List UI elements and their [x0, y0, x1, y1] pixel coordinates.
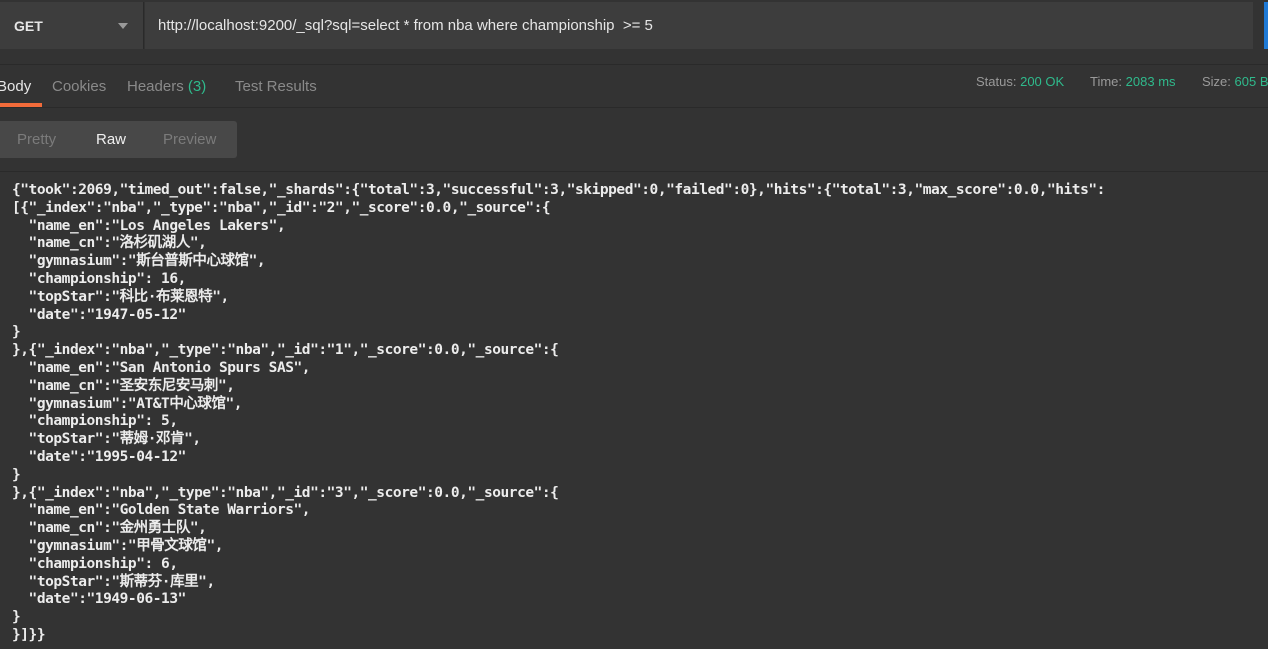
method-select[interactable]: GET: [0, 2, 144, 49]
url-input[interactable]: [145, 2, 1253, 49]
time-label: Time:: [1090, 74, 1123, 89]
send-button[interactable]: [1264, 2, 1268, 49]
status-value: 200 OK: [1020, 74, 1065, 89]
code-line: }]}}: [12, 626, 46, 643]
active-tab-indicator: [0, 103, 42, 107]
size-readout: Size: 605 B: [1202, 74, 1268, 89]
code-line: "name_en":"Los Angeles Lakers",: [12, 217, 286, 234]
tab-cookies[interactable]: Cookies: [52, 78, 106, 95]
code-line: }: [12, 609, 21, 626]
code-line: "topStar":"科比·布莱恩特",: [12, 288, 230, 305]
view-raw-button[interactable]: Raw: [96, 131, 126, 148]
chevron-down-icon: [118, 23, 128, 29]
code-line: "championship": 5,: [12, 413, 179, 430]
tab-headers-count: (3): [187, 78, 207, 95]
code-line: },{"_index":"nba","_type":"nba","_id":"3…: [12, 484, 559, 501]
code-line: "gymnasium":"AT&T中心球馆",: [12, 395, 243, 412]
code-line: "name_en":"Golden State Warriors",: [12, 502, 311, 519]
code-line: "date":"1947-05-12": [12, 306, 187, 323]
status-label: Status:: [976, 74, 1017, 89]
code-line: "gymnasium":"甲骨文球馆",: [12, 537, 224, 554]
view-preview-button[interactable]: Preview: [163, 131, 216, 148]
response-body[interactable]: {"took":2069,"timed_out":false,"_shards"…: [0, 172, 1268, 649]
code-line: }: [12, 324, 21, 341]
code-line: "name_cn":"洛杉矶湖人",: [12, 235, 207, 252]
code-line: [{"_index":"nba","_type":"nba","_id":"2"…: [12, 199, 551, 216]
tab-body[interactable]: Body: [0, 78, 31, 95]
code-line: "name_cn":"圣安东尼安马刺",: [12, 377, 235, 394]
view-mode-bar: Pretty Raw Preview: [0, 108, 1268, 172]
view-mode-toggle: Pretty Raw Preview: [0, 121, 237, 158]
code-line: {"took":2069,"timed_out":false,"_shards"…: [12, 182, 1105, 198]
code-line: "date":"1949-06-13": [12, 591, 187, 608]
time-value: 2083 ms: [1125, 74, 1176, 89]
view-pretty-button[interactable]: Pretty: [17, 131, 56, 148]
tab-headers[interactable]: Headers (3): [127, 78, 206, 95]
code-line: "topStar":"斯蒂芬·库里",: [12, 573, 216, 590]
status-readout: Status: 200 OK: [976, 74, 1064, 89]
tab-test-results[interactable]: Test Results: [235, 78, 317, 95]
size-label: Size:: [1202, 74, 1231, 89]
code-line: "gymnasium":"斯台普斯中心球馆",: [12, 253, 266, 270]
code-line: "date":"1995-04-12": [12, 448, 187, 465]
time-readout: Time: 2083 ms: [1090, 74, 1176, 89]
code-line: "championship": 6,: [12, 555, 179, 572]
response-tab-bar: Body Cookies Headers (3) Test Results St…: [0, 64, 1268, 108]
tab-headers-label: Headers: [127, 78, 184, 95]
code-line: "name_en":"San Antonio Spurs SAS",: [12, 359, 311, 376]
size-value: 605 B: [1234, 74, 1268, 89]
response-body-text: {"took":2069,"timed_out":false,"_shards"…: [12, 182, 1262, 645]
code-line: "topStar":"蒂姆·邓肯",: [12, 431, 202, 448]
method-label: GET: [14, 18, 43, 34]
code-line: "championship": 16,: [12, 270, 187, 287]
request-bar: GET: [0, 0, 1268, 53]
code-line: "name_cn":"金州勇士队",: [12, 520, 207, 537]
code-line: }: [12, 466, 21, 483]
code-line: },{"_index":"nba","_type":"nba","_id":"1…: [12, 342, 559, 359]
api-client-window: GET Body Cookies Headers (3) Test Result…: [0, 0, 1268, 649]
